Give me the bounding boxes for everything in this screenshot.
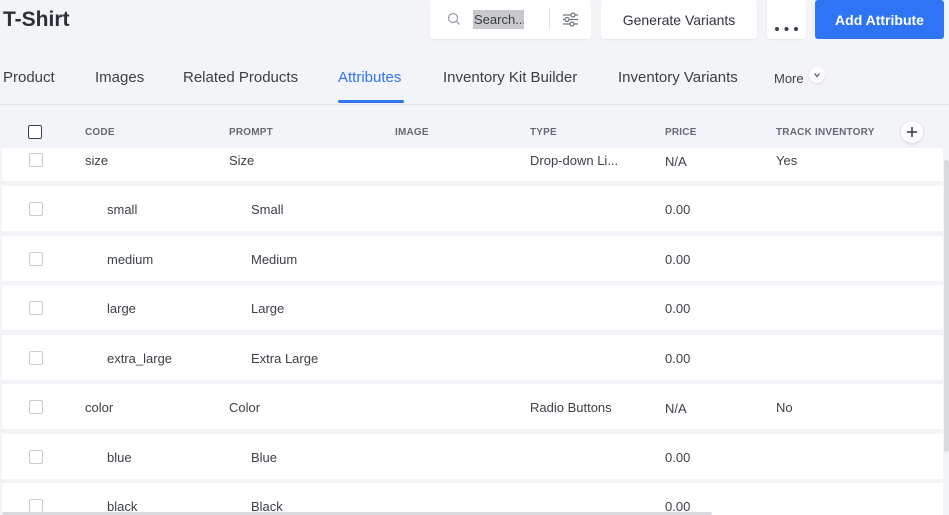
cell-price: 0.00 [665,252,691,267]
page-title: T-Shirt [3,8,70,31]
search-box[interactable]: Search... [430,0,591,39]
cell-code: size [85,153,109,168]
cell-code: blue [107,450,132,465]
table-row[interactable]: extra_large Extra Large 0.00 [2,335,943,380]
row-checkbox[interactable] [29,153,43,167]
table-row[interactable]: color Color Radio Buttons N/A No [2,384,943,429]
add-attribute-button[interactable]: Add Attribute [815,0,944,39]
cell-price: 0.00 [665,301,691,316]
table-row[interactable]: blue Blue 0.00 [2,434,943,479]
search-input[interactable]: Search... [473,10,524,29]
cell-code: extra_large [107,351,173,366]
column-header-image[interactable]: IMAGE [395,127,429,138]
tab-attributes[interactable]: Attributes [338,69,401,86]
table-row[interactable]: small Small 0.00 [2,186,943,231]
filter-sliders-icon[interactable] [562,11,579,28]
tab-more[interactable]: More [774,71,804,86]
table-header: CODE PROMPT IMAGE TYPE PRICE TRACK INVEN… [0,118,949,148]
cell-prompt: Medium [251,252,298,267]
cell-track-inventory: No [776,400,793,415]
row-checkbox[interactable] [29,351,43,365]
row-checkbox[interactable] [29,202,43,216]
tab-inventory-variants[interactable]: Inventory Variants [618,69,738,86]
vertical-scrollbar[interactable] [944,160,949,452]
row-checkbox[interactable] [29,301,43,315]
add-column-button[interactable] [901,121,923,143]
cell-price: N/A [665,154,687,169]
tab-product[interactable]: Product [3,69,55,86]
table-row[interactable]: black Black 0.00 [2,483,943,515]
active-tab-indicator [338,100,404,103]
column-header-type[interactable]: TYPE [530,127,557,138]
row-checkbox[interactable] [29,499,43,513]
cell-code: large [107,301,136,316]
cell-price: N/A [665,401,687,416]
cell-track-inventory: Yes [776,153,798,168]
cell-code: small [107,202,138,217]
search-divider [549,8,550,30]
cell-prompt: Extra Large [251,351,319,366]
column-header-price[interactable]: PRICE [665,127,697,138]
tab-images[interactable]: Images [95,69,144,86]
chevron-down-icon[interactable] [809,67,825,83]
column-header-prompt[interactable]: PROMPT [229,127,273,138]
column-header-track-inventory[interactable]: TRACK INVENTORY [776,127,875,138]
cell-prompt: Blue [251,450,278,465]
more-dots-icon [775,18,798,31]
cell-prompt: Size [229,153,255,168]
table-row[interactable]: size Size Drop-down Li... N/A Yes [2,148,943,181]
row-checkbox[interactable] [29,252,43,266]
row-checkbox[interactable] [29,400,43,414]
column-header-code[interactable]: CODE [85,127,115,138]
cell-price: 0.00 [665,351,691,366]
tab-related-products[interactable]: Related Products [183,69,298,86]
row-checkbox[interactable] [29,450,43,464]
cell-code: color [85,400,114,415]
generate-variants-button[interactable]: Generate Variants [601,0,757,39]
search-icon [447,12,461,26]
cell-price: 0.00 [665,450,691,465]
tab-bar: Product Images Related Products Attribut… [0,60,949,105]
cell-type: Radio Buttons [530,400,612,415]
cell-prompt: Color [229,400,261,415]
attribute-table-body: size Size Drop-down Li... N/A Yes small Small 0… [0,148,943,515]
plus-icon [907,127,917,137]
table-row[interactable]: medium Medium 0.00 [2,236,943,281]
cell-prompt: Large [251,301,285,316]
cell-code: medium [107,252,154,267]
select-all-checkbox[interactable] [28,125,42,139]
cell-type: Drop-down Li... [530,153,619,168]
table-row[interactable]: large Large 0.00 [2,285,943,330]
cell-prompt: Small [251,202,284,217]
more-actions-button[interactable] [767,0,806,39]
tab-inventory-kit-builder[interactable]: Inventory Kit Builder [443,69,577,86]
cell-price: 0.00 [665,202,691,217]
